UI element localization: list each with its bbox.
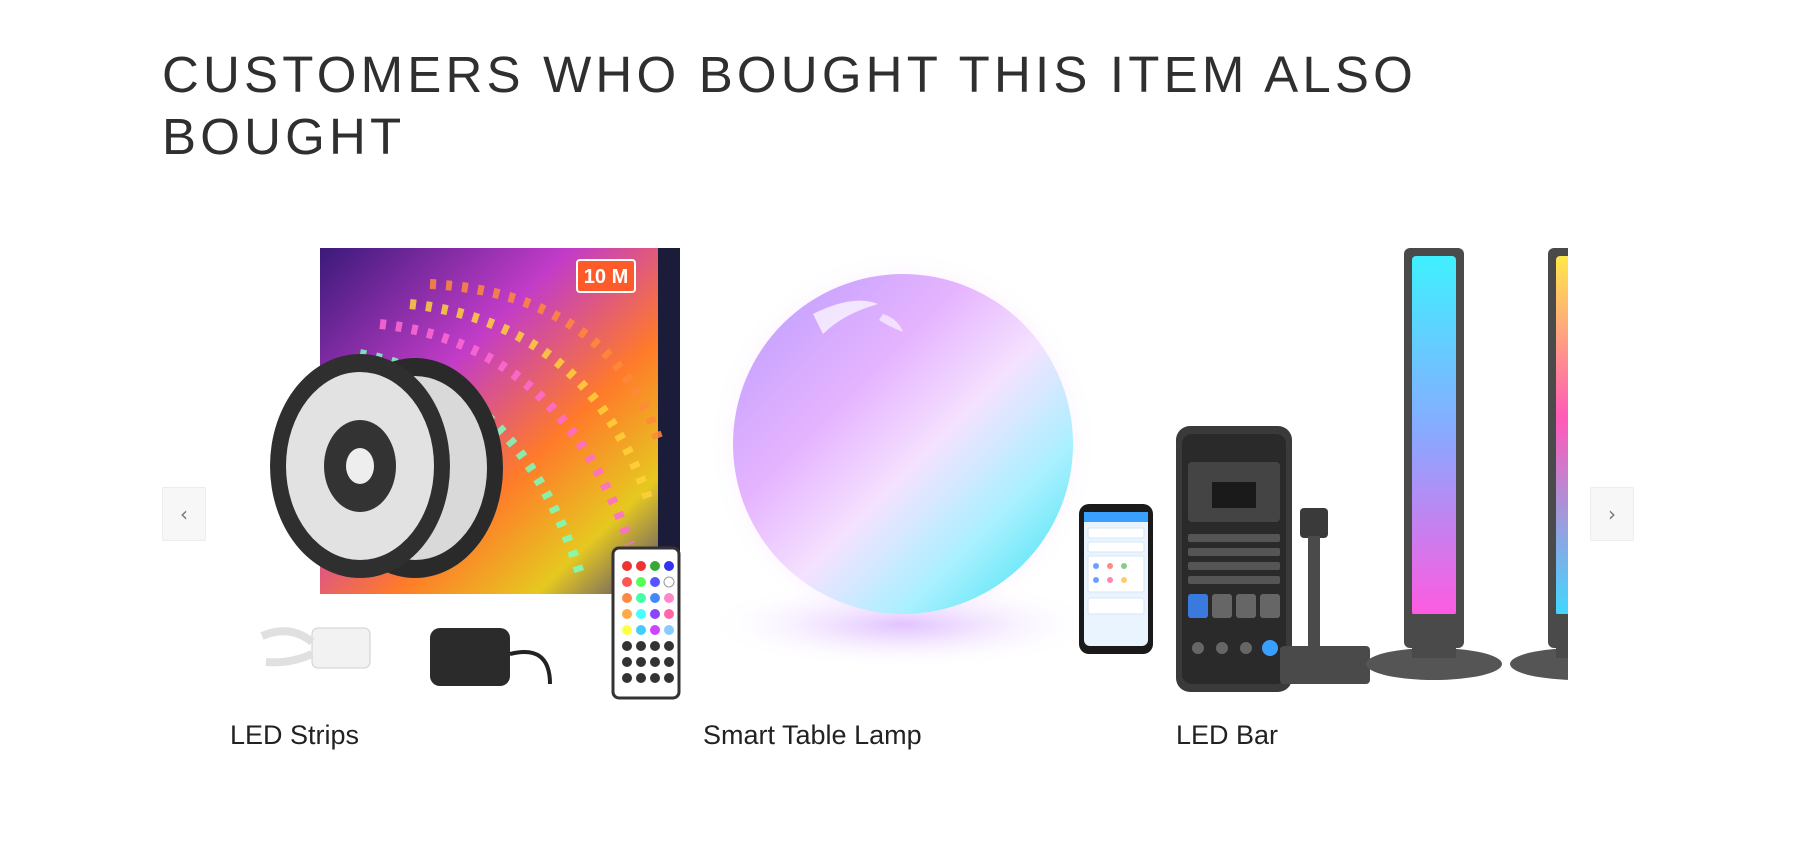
product-image-smart-table-lamp[interactable] — [703, 244, 1176, 702]
chevron-right-icon: › — [1608, 502, 1616, 526]
product-title[interactable]: LED Bar — [1176, 718, 1568, 752]
carousel-next-button[interactable]: › — [1590, 487, 1634, 541]
product-card[interactable]: Smart Table Lamp — [703, 244, 1176, 752]
carousel-prev-button[interactable]: ‹ — [162, 487, 206, 541]
carousel-track: 10 M LED Strips Smart Table Lamp LED Bar — [230, 244, 1568, 752]
product-image-led-strips[interactable]: 10 M — [230, 244, 703, 702]
product-title[interactable]: Smart Table Lamp — [703, 718, 1176, 752]
product-card[interactable]: LED Bar — [1176, 244, 1568, 752]
chevron-left-icon: ‹ — [180, 502, 188, 526]
carousel-viewport: 10 M LED Strips Smart Table Lamp LED Bar — [230, 244, 1568, 764]
box-badge-text: 10 M — [584, 266, 628, 288]
section-title: CUSTOMERS WHO BOUGHT THIS ITEM ALSO BOUG… — [162, 46, 1417, 165]
product-card[interactable]: 10 M LED Strips — [230, 244, 703, 752]
product-carousel: ‹ 10 M LED Strips Smart Table Lamp LED B… — [162, 244, 1634, 764]
product-image-led-bar[interactable] — [1176, 244, 1568, 702]
product-title[interactable]: LED Strips — [230, 718, 703, 752]
